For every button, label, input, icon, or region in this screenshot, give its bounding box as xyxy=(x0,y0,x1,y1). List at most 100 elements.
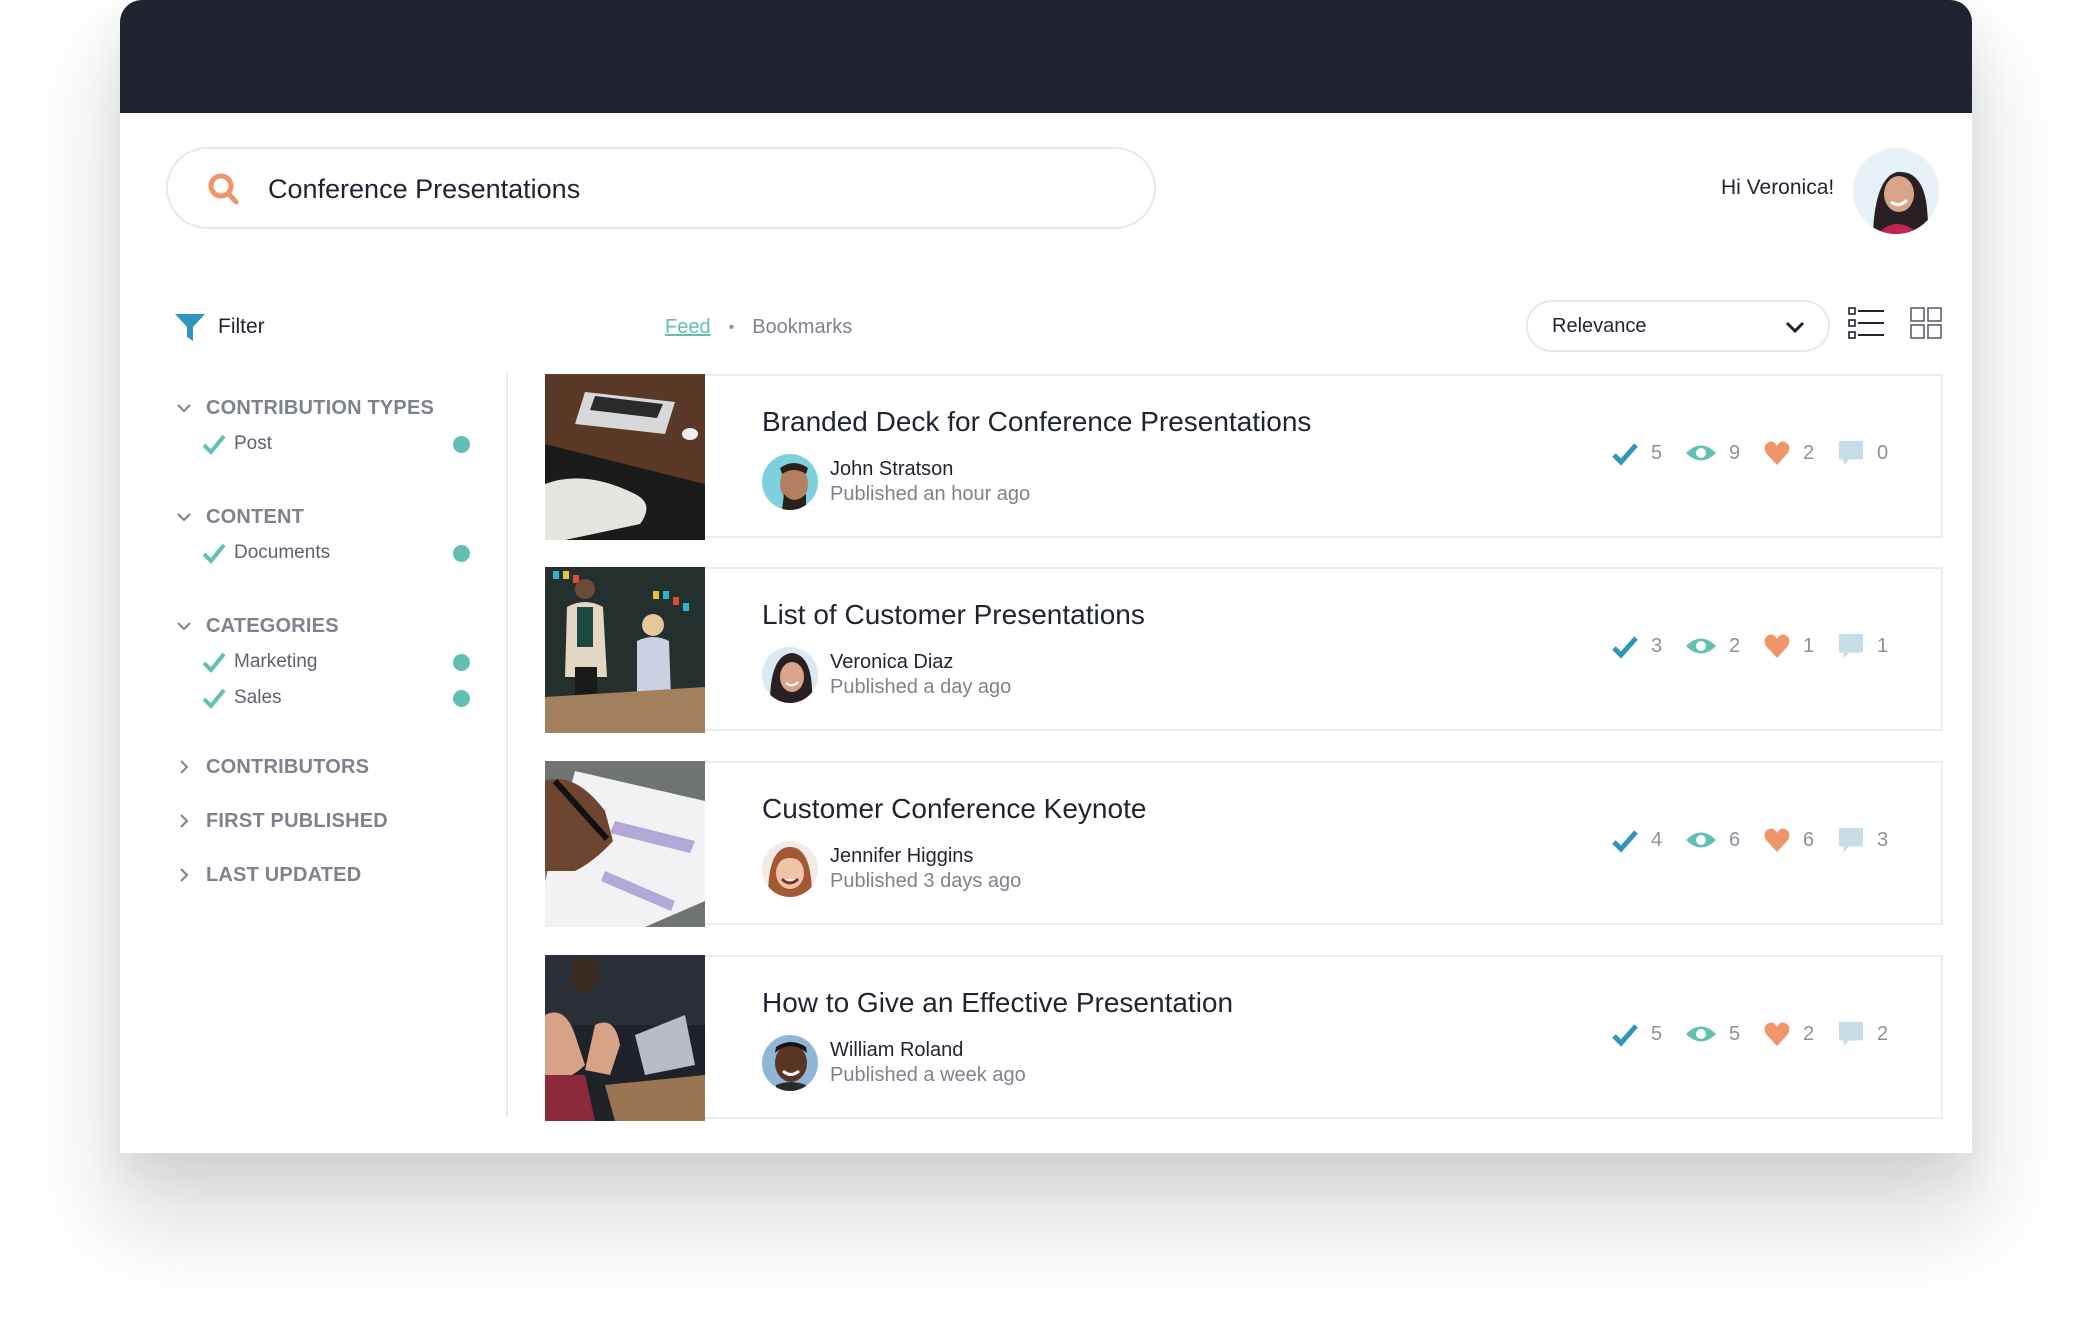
card-author[interactable]: Jennifer Higgins xyxy=(830,845,973,868)
filter-option-post[interactable]: Post xyxy=(202,430,470,458)
option-label: Documents xyxy=(234,542,331,563)
feed-card[interactable]: Branded Deck for Conference Presentation… xyxy=(545,374,1943,540)
stat-likes: 2 xyxy=(1763,1021,1815,1047)
stat-value: 0 xyxy=(1877,441,1889,464)
stat-views: 2 xyxy=(1685,633,1741,659)
section-toggle[interactable]: CONTRIBUTORS xyxy=(176,753,369,781)
top-bar xyxy=(120,0,1972,113)
feed-tabs: Feed • Bookmarks xyxy=(665,316,852,339)
stat-likes: 1 xyxy=(1763,633,1815,659)
section-title: CONTENT xyxy=(206,505,305,528)
list-view-icon[interactable] xyxy=(1848,306,1886,340)
stat-likes: 2 xyxy=(1763,440,1815,466)
author-avatar xyxy=(762,841,818,897)
filter-option-marketing[interactable]: Marketing xyxy=(202,648,470,676)
section-toggle[interactable]: LAST UPDATED xyxy=(176,861,361,889)
status-dot xyxy=(453,690,470,707)
card-thumbnail xyxy=(545,955,705,1121)
stat-value: 2 xyxy=(1877,1022,1889,1045)
comment-icon xyxy=(1838,1021,1864,1047)
search-bar[interactable] xyxy=(166,147,1156,229)
status-dot xyxy=(453,436,470,453)
feed-card[interactable]: How to Give an Effective Presentation Wi… xyxy=(545,955,1943,1121)
feed-card[interactable]: List of Customer Presentations Veronica … xyxy=(545,567,1943,733)
stat-approvals: 5 xyxy=(1611,1021,1663,1047)
card-thumbnail xyxy=(545,567,705,733)
filter-option-documents[interactable]: Documents xyxy=(202,539,470,567)
stat-value: 1 xyxy=(1803,634,1815,657)
card-title[interactable]: List of Customer Presentations xyxy=(762,599,1145,631)
checkmark-icon xyxy=(1612,1024,1638,1047)
filter-header[interactable]: Filter xyxy=(174,312,265,342)
sort-selected: Relevance xyxy=(1552,314,1647,337)
card-author[interactable]: Veronica Diaz xyxy=(830,651,953,674)
card-thumbnail xyxy=(545,374,705,540)
filter-section-contributors: CONTRIBUTORS xyxy=(176,753,369,781)
stat-value: 4 xyxy=(1651,828,1663,851)
checkmark-icon xyxy=(1612,636,1638,659)
chevron-down-icon xyxy=(177,513,191,522)
heart-icon xyxy=(1764,828,1790,852)
stat-value: 6 xyxy=(1729,828,1741,851)
tab-bookmarks[interactable]: Bookmarks xyxy=(752,316,852,339)
section-toggle[interactable]: CATEGORIES xyxy=(176,612,470,640)
chevron-down-icon xyxy=(1785,321,1805,334)
card-title[interactable]: How to Give an Effective Presentation xyxy=(762,987,1233,1019)
author-avatar xyxy=(762,647,818,703)
avatar-image xyxy=(1853,148,1939,234)
author-avatar xyxy=(762,1035,818,1091)
sort-dropdown[interactable]: Relevance xyxy=(1526,300,1830,352)
stat-comments: 2 xyxy=(1837,1021,1889,1047)
tab-feed[interactable]: Feed xyxy=(665,316,711,339)
stat-views: 6 xyxy=(1685,827,1741,853)
card-stats: 5 9 2 0 xyxy=(1611,440,1911,466)
section-title: FIRST PUBLISHED xyxy=(206,809,388,832)
card-date: Published a week ago xyxy=(830,1064,1026,1086)
check-icon xyxy=(202,434,226,455)
chevron-down-icon xyxy=(177,622,191,631)
stat-views: 9 xyxy=(1685,440,1741,466)
stat-comments: 0 xyxy=(1837,440,1889,466)
section-toggle[interactable]: CONTENT xyxy=(176,503,470,531)
grid-view-icon[interactable] xyxy=(1910,306,1942,340)
card-author[interactable]: William Roland xyxy=(830,1039,963,1062)
card-date: Published 3 days ago xyxy=(830,870,1022,892)
card-title[interactable]: Customer Conference Keynote xyxy=(762,793,1146,825)
section-toggle[interactable]: FIRST PUBLISHED xyxy=(176,807,388,835)
tab-separator: • xyxy=(728,318,735,336)
stat-value: 1 xyxy=(1877,634,1889,657)
section-title: CONTRIBUTION TYPES xyxy=(206,396,435,419)
stat-approvals: 5 xyxy=(1611,440,1663,466)
stat-value: 6 xyxy=(1803,828,1815,851)
stat-value: 5 xyxy=(1651,1022,1663,1045)
user-avatar[interactable] xyxy=(1853,148,1939,234)
status-dot xyxy=(453,545,470,562)
stat-value: 3 xyxy=(1651,634,1663,657)
author-avatar xyxy=(762,454,818,510)
filter-option-sales[interactable]: Sales xyxy=(202,684,470,712)
app-window: Hi Veronica! Filter CONTRIBUTION TYPES P… xyxy=(120,0,1972,1153)
search-icon[interactable] xyxy=(206,171,242,207)
stat-value: 2 xyxy=(1803,1022,1815,1045)
search-input[interactable] xyxy=(268,167,1128,211)
stat-value: 3 xyxy=(1877,828,1889,851)
feed-card[interactable]: Customer Conference Keynote Jennifer Hig… xyxy=(545,761,1943,927)
stat-views: 5 xyxy=(1685,1021,1741,1047)
heart-icon xyxy=(1764,1022,1790,1046)
section-title: CONTRIBUTORS xyxy=(206,755,370,778)
filter-section-contribution-types: CONTRIBUTION TYPES Post xyxy=(176,394,470,458)
section-toggle[interactable]: CONTRIBUTION TYPES xyxy=(176,394,470,422)
comment-icon xyxy=(1838,440,1864,466)
user-greeting: Hi Veronica! xyxy=(1721,176,1835,199)
card-title[interactable]: Branded Deck for Conference Presentation… xyxy=(762,406,1311,438)
check-icon xyxy=(202,543,226,564)
stat-value: 2 xyxy=(1803,441,1815,464)
chevron-right-icon xyxy=(180,760,189,774)
card-thumbnail xyxy=(545,761,705,927)
section-title: CATEGORIES xyxy=(206,614,339,637)
card-author[interactable]: John Stratson xyxy=(830,458,953,481)
chevron-right-icon xyxy=(180,814,189,828)
filter-label: Filter xyxy=(218,315,265,338)
option-label: Marketing xyxy=(234,651,318,672)
heart-icon xyxy=(1764,441,1790,465)
